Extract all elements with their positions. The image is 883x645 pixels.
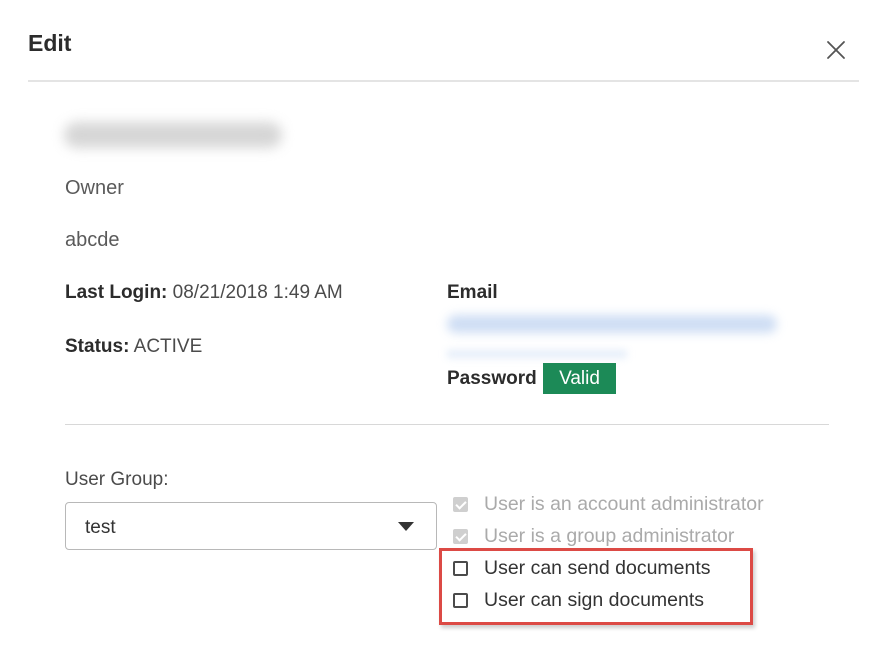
user-group-selected: test bbox=[85, 517, 116, 538]
last-login-label: Last Login: bbox=[65, 282, 168, 303]
permission-sign-documents[interactable]: User can sign documents bbox=[453, 588, 704, 612]
checkbox-account-admin bbox=[453, 496, 468, 512]
permission-send-documents[interactable]: User can send documents bbox=[453, 556, 711, 580]
edit-user-dialog: Edit Owner abcde Last Login: 08/21/2018 … bbox=[0, 0, 883, 645]
permission-label: User is a group administrator bbox=[484, 524, 735, 547]
caret-down-icon bbox=[398, 522, 414, 531]
password-label: Password bbox=[447, 368, 537, 389]
checkbox-group-admin bbox=[453, 528, 468, 544]
user-group-select[interactable]: test bbox=[65, 502, 437, 550]
email-redacted bbox=[447, 315, 777, 333]
status-label: Status: bbox=[65, 336, 130, 357]
user-organization: abcde bbox=[65, 229, 120, 251]
last-login-value: 08/21/2018 1:49 AM bbox=[172, 282, 343, 303]
user-name-redacted bbox=[64, 122, 282, 148]
email-label: Email bbox=[447, 282, 498, 303]
permission-label: User can send documents bbox=[484, 556, 711, 579]
checkbox-sign-documents[interactable] bbox=[453, 592, 468, 608]
status-value: ACTIVE bbox=[133, 336, 203, 357]
user-group-label: User Group: bbox=[65, 469, 169, 490]
permission-label: User can sign documents bbox=[484, 588, 705, 611]
permission-account-admin: User is an account administrator bbox=[453, 492, 764, 516]
permission-label: User is an account administrator bbox=[484, 492, 764, 515]
last-login-field: Last Login: 08/21/2018 1:49 AM bbox=[65, 282, 343, 304]
permission-group-admin: User is a group administrator bbox=[453, 524, 734, 548]
email-redacted-extra bbox=[447, 350, 627, 358]
dialog-title: Edit bbox=[28, 30, 72, 56]
close-icon[interactable] bbox=[826, 40, 846, 60]
status-field: Status: ACTIVE bbox=[65, 336, 202, 358]
header-divider bbox=[28, 80, 859, 82]
password-status-badge: Valid bbox=[543, 363, 616, 394]
user-role: Owner bbox=[65, 177, 124, 199]
checkbox-send-documents[interactable] bbox=[453, 560, 468, 576]
section-divider bbox=[65, 424, 829, 425]
